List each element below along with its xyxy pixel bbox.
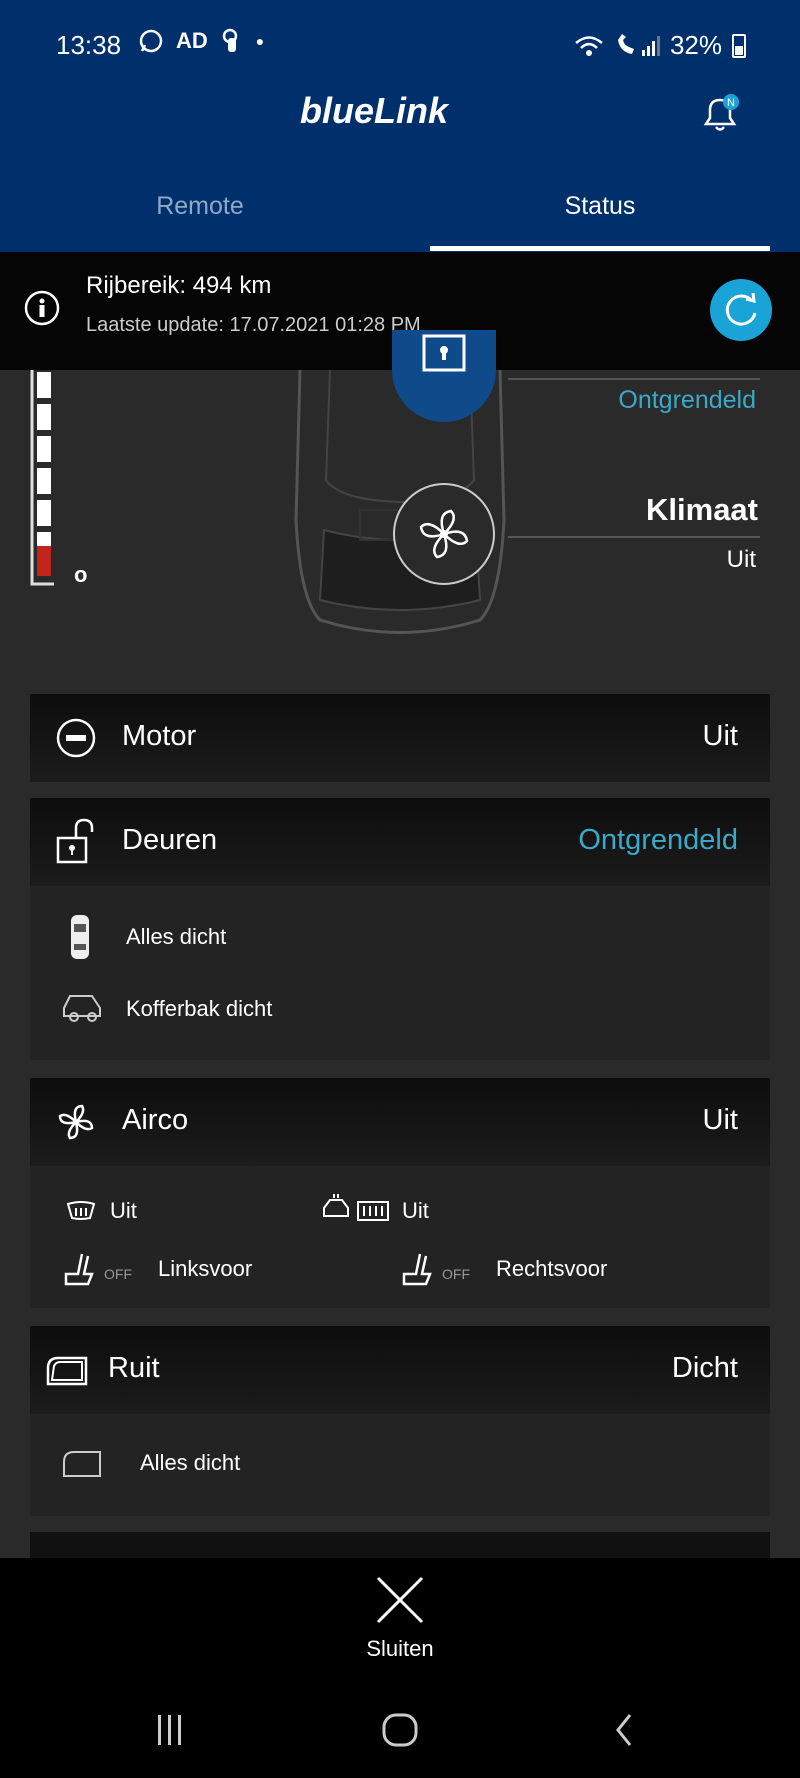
trunk-closed: Kofferbak dicht	[126, 996, 273, 1021]
tab-bar: Remote Status	[0, 180, 800, 252]
battery-icon	[732, 33, 746, 58]
signal-icon	[617, 33, 660, 56]
refresh-icon	[725, 292, 757, 326]
seat-left-icon	[64, 1253, 94, 1286]
airco-card-header: Airco Uit	[30, 1078, 770, 1166]
status-bar: 13:38 AD ● 32%	[0, 0, 800, 90]
seat-left-label: Linksvoor	[158, 1256, 253, 1281]
status-right: 32%	[574, 30, 746, 61]
fan-icon	[58, 1104, 94, 1140]
window-icon	[46, 1356, 88, 1386]
whatsapp-icon	[139, 29, 163, 53]
notification-dot: ●	[255, 33, 265, 49]
lock-icon	[422, 334, 466, 372]
refresh-button[interactable]	[710, 279, 772, 341]
climate-value: Uit	[726, 546, 756, 573]
fan-icon	[419, 509, 469, 559]
status-time: 13:38	[56, 30, 122, 60]
motor-card: Motor Uit	[30, 694, 770, 782]
window-card-header: Ruit Dicht	[30, 1326, 770, 1414]
info-icon[interactable]	[24, 290, 60, 326]
status-app-icons: AD ●	[138, 28, 264, 54]
fuel-gauge-zero: o	[74, 562, 88, 587]
rear-defrost-value: Uit	[402, 1198, 429, 1223]
lock-callout-line	[508, 378, 760, 380]
lock-status-text: Ontgrendeld	[618, 386, 756, 414]
motor-value: Uit	[702, 720, 738, 752]
active-tab-indicator	[430, 246, 770, 251]
motor-card-header: Motor Uit	[30, 694, 770, 782]
notification-bell-icon[interactable]: N	[698, 92, 742, 136]
front-defrost-icon	[66, 1201, 96, 1220]
climate-button[interactable]	[393, 483, 495, 585]
window-title: Ruit	[108, 1352, 160, 1384]
driving-range: Rijbereik: 494 km	[86, 272, 272, 299]
recent-apps-icon[interactable]	[150, 1705, 190, 1755]
wifi-icon	[575, 35, 603, 56]
trunk-icon	[63, 995, 101, 1022]
front-defrost-value: Uit	[110, 1198, 137, 1223]
window-card: Ruit Dicht Alles dicht	[30, 1326, 770, 1516]
window-value: Dicht	[671, 1352, 738, 1384]
window-small-icon	[63, 1451, 101, 1477]
close-label[interactable]: Sluiten	[0, 1636, 800, 1662]
doors-card-header: Deuren Ontgrendeld	[30, 798, 770, 886]
close-icon[interactable]	[372, 1572, 428, 1628]
tab-remote[interactable]: Remote	[0, 180, 400, 252]
touch-app-icon	[222, 28, 238, 52]
home-icon[interactable]	[378, 1705, 422, 1755]
seat-left-off: OFF	[104, 1266, 132, 1282]
motor-title: Motor	[122, 720, 197, 752]
doors-title: Deuren	[122, 824, 218, 856]
airco-card: Airco Uit Uit Uit OFF Linksvoor OFF Rech…	[30, 1078, 770, 1308]
climate-label: Klimaat	[646, 492, 758, 527]
unlock-icon	[56, 818, 94, 864]
window-all-closed: Alles dicht	[140, 1450, 241, 1475]
engine-icon	[56, 718, 96, 758]
seat-right-label: Rechtsvoor	[496, 1256, 608, 1281]
seat-right-icon	[402, 1253, 432, 1286]
airco-title: Airco	[122, 1104, 189, 1136]
car-top-icon	[71, 915, 89, 959]
doors-all-closed: Alles dicht	[126, 924, 227, 949]
ad-app-icon: AD	[176, 28, 208, 53]
doors-value: Ontgrendeld	[578, 824, 738, 856]
airco-value: Uit	[702, 1104, 738, 1136]
tab-status[interactable]: Status	[400, 180, 800, 252]
seat-right-off: OFF	[442, 1266, 470, 1282]
bluelink-logo: blueLink	[300, 90, 449, 131]
lock-status-button[interactable]	[392, 330, 496, 422]
doors-card: Deuren Ontgrendeld Alles dicht Kofferbak…	[30, 798, 770, 1060]
last-update: Laatste update: 17.07.2021 01:28 PM	[86, 314, 421, 336]
battery-percentage: 32%	[669, 30, 722, 60]
climate-callout-line	[508, 536, 760, 538]
svg-text:N: N	[727, 97, 735, 109]
fuel-gauge	[30, 370, 54, 586]
back-icon[interactable]	[608, 1705, 638, 1755]
rear-defrost-icon	[323, 1194, 389, 1221]
